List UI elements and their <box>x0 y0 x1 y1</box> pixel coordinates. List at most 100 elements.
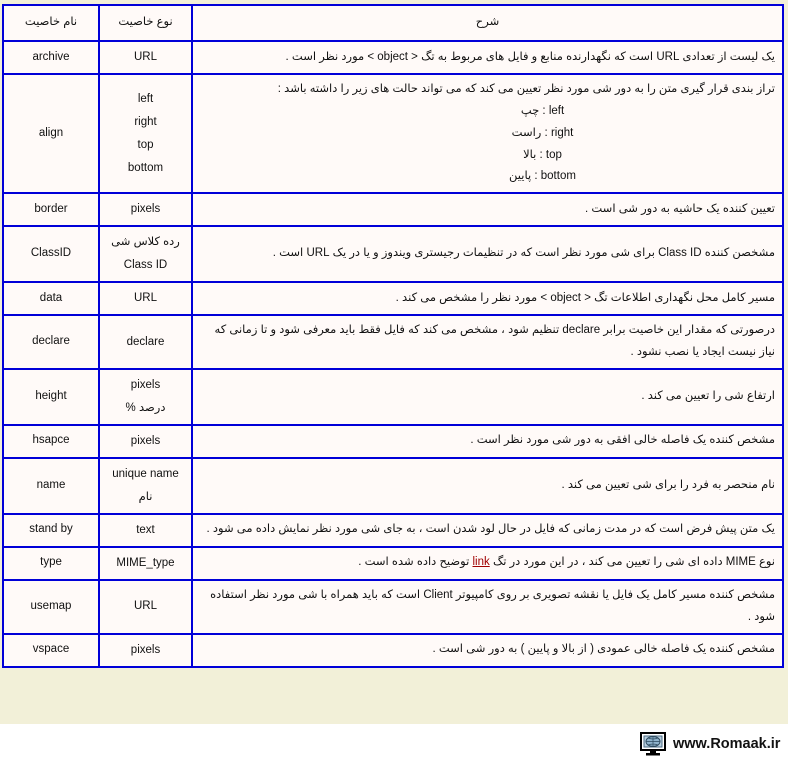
type-value: text <box>136 523 155 536</box>
type-value: top <box>137 138 154 151</box>
type-value: right <box>134 115 157 128</box>
cell-attribute-name: vspace <box>2 632 100 668</box>
description-line: یک لیست از تعدادی URL است که نگهدارنده م… <box>285 50 775 63</box>
type-value: URL <box>133 51 157 63</box>
cell-description: نام منحصر به فرد را برای شی تعیین می کند… <box>191 456 784 515</box>
table-row: مسیر کامل محل نگهداری اطلاعات تگ < objec… <box>2 281 784 317</box>
cell-type: pixels <box>98 192 193 228</box>
type-value: declare <box>126 335 165 348</box>
cell-description: نوع MIME داده ای شی را تعیین می کند ، در… <box>191 545 784 581</box>
table-row: تعیین کننده یک حاشیه به دور شی است . pixe… <box>2 192 784 228</box>
type-value: left <box>137 92 154 105</box>
cell-attribute-name: stand by <box>2 512 100 548</box>
cell-type: pixels <box>98 632 193 668</box>
cell-description: مشخص کننده مسیر کامل یک فایل یا نقشه تصو… <box>191 578 784 635</box>
type-value: unique name <box>112 467 179 480</box>
description-line: مسیر کامل محل نگهداری اطلاعات تگ < objec… <box>395 291 775 304</box>
table-row: مشخص کننده مسیر کامل یک فایل یا نقشه تصو… <box>2 578 784 635</box>
cell-attribute-name: hsapce <box>2 423 100 459</box>
cell-attribute-name: type <box>2 545 100 581</box>
cell-type: رده کلاس شی Class ID <box>98 225 193 284</box>
page-footer: www.Romaak.ir <box>0 724 788 764</box>
type-value: رده کلاس شی <box>111 236 180 249</box>
type-value: pixels <box>130 378 161 391</box>
type-value: MIME_type <box>116 556 175 569</box>
cell-attribute-name: border <box>2 192 100 228</box>
description-line: مشخصن کننده Class ID برای شی مورد نظر اس… <box>272 247 775 260</box>
table-row: یک لیست از تعدادی URL است که نگهدارنده م… <box>2 40 784 75</box>
cell-description: یک لیست از تعدادی URL است که نگهدارنده م… <box>191 40 784 75</box>
attributes-table: شرح نوع خاصیت نام خاصیت یک لیست از تعداد… <box>2 4 784 668</box>
cell-description: مشخص کننده یک فاصله خالی عمودی ( از بالا… <box>191 632 784 668</box>
table-body: یک لیست از تعدادی URL است که نگهدارنده م… <box>2 40 784 668</box>
table-row: نوع MIME داده ای شی را تعیین می کند ، در… <box>2 545 784 581</box>
cell-attribute-name: name <box>2 456 100 515</box>
cell-type: pixels درصد % <box>98 367 193 426</box>
description-line: left : چپ <box>520 104 565 117</box>
type-value: Class ID <box>123 259 168 272</box>
header-row: شرح نوع خاصیت نام خاصیت <box>2 4 784 42</box>
cell-type: declare <box>98 314 193 370</box>
cell-type: MIME_type <box>98 545 193 581</box>
cell-attribute-name: usemap <box>2 578 100 635</box>
cell-description: مشخصن کننده Class ID برای شی مورد نظر اس… <box>191 225 784 284</box>
cell-attribute-name: archive <box>2 40 100 75</box>
table-row: درصورتی که مقدار این خاصیت برابر declare… <box>2 314 784 370</box>
column-header-type: نوع خاصیت <box>98 4 193 42</box>
description-line: مشخص کننده یک فاصله خالی افقی به دور شی … <box>470 434 775 447</box>
description-line: مشخص کننده مسیر کامل یک فایل یا نقشه تصو… <box>210 588 775 623</box>
cell-attribute-name: height <box>2 367 100 426</box>
description-line: مشخص کننده یک فاصله خالی عمودی ( از بالا… <box>432 643 775 656</box>
type-value: bottom <box>127 161 164 174</box>
cell-attribute-name: data <box>2 281 100 317</box>
description-line: نوع MIME داده ای شی را تعیین می کند ، در… <box>358 556 775 569</box>
cell-type: unique name نام <box>98 456 193 515</box>
cell-description: تراز بندی قرار گیری متن را به دور شی مور… <box>191 72 784 195</box>
table-header: شرح نوع خاصیت نام خاصیت <box>2 4 784 42</box>
type-value: درصد % <box>125 401 166 414</box>
description-line: یک متن پیش فرض است که در مدت زمانی که فا… <box>206 523 775 536</box>
table-row: مشخص کننده یک فاصله خالی عمودی ( از بالا… <box>2 632 784 668</box>
table-container: شرح نوع خاصیت نام خاصیت یک لیست از تعداد… <box>0 0 788 668</box>
cell-type: left right top bottom <box>98 72 193 195</box>
table-row: تراز بندی قرار گیری متن را به دور شی مور… <box>2 72 784 195</box>
cell-type: URL <box>98 281 193 317</box>
description-line: تعیین کننده یک حاشیه به دور شی است . <box>585 202 775 215</box>
table-row: مشخص کننده یک فاصله خالی افقی به دور شی … <box>2 423 784 459</box>
cell-attribute-name: declare <box>2 314 100 370</box>
cell-type: pixels <box>98 423 193 459</box>
cell-description: تعیین کننده یک حاشیه به دور شی است . <box>191 192 784 228</box>
site-url-text: www.Romaak.ir <box>673 736 781 752</box>
cell-attribute-name: align <box>2 72 100 195</box>
description-line: ارتفاع شی را تعیین می کند . <box>641 389 775 402</box>
table-row: مشخصن کننده Class ID برای شی مورد نظر اس… <box>2 225 784 284</box>
cell-type: URL <box>98 40 193 75</box>
cell-type: text <box>98 512 193 548</box>
description-line: درصورتی که مقدار این خاصیت برابر declare… <box>214 324 775 359</box>
inline-link-link[interactable]: link <box>472 556 489 568</box>
table-row: نام منحصر به فرد را برای شی تعیین می کند… <box>2 456 784 515</box>
cell-attribute-name: ClassID <box>2 225 100 284</box>
description-line: right : راست <box>511 126 574 139</box>
cell-description: مسیر کامل محل نگهداری اطلاعات تگ < objec… <box>191 281 784 317</box>
cell-type: URL <box>98 578 193 635</box>
cell-description: درصورتی که مقدار این خاصیت برابر declare… <box>191 314 784 370</box>
description-line: تراز بندی قرار گیری متن را به دور شی مور… <box>277 83 775 95</box>
table-row: یک متن پیش فرض است که در مدت زمانی که فا… <box>2 512 784 548</box>
type-value: pixels <box>130 203 161 216</box>
type-value: URL <box>133 292 157 305</box>
type-value: URL <box>133 600 157 613</box>
description-line: نام منحصر به فرد را برای شی تعیین می کند… <box>561 478 775 491</box>
column-header-name: نام خاصیت <box>2 4 100 42</box>
description-line: bottom : پایین <box>509 170 576 183</box>
type-value: pixels <box>130 643 161 656</box>
cell-description: ارتفاع شی را تعیین می کند . <box>191 367 784 426</box>
cell-description: مشخص کننده یک فاصله خالی افقی به دور شی … <box>191 423 784 459</box>
type-value: pixels <box>130 434 161 447</box>
cell-description: یک متن پیش فرض است که در مدت زمانی که فا… <box>191 512 784 548</box>
column-header-description: شرح <box>191 4 784 42</box>
page-root: شرح نوع خاصیت نام خاصیت یک لیست از تعداد… <box>0 0 788 764</box>
type-value: نام <box>138 490 153 503</box>
table-row: ارتفاع شی را تعیین می کند . pixels درصد % h… <box>2 367 784 426</box>
computer-globe-icon <box>640 732 666 756</box>
